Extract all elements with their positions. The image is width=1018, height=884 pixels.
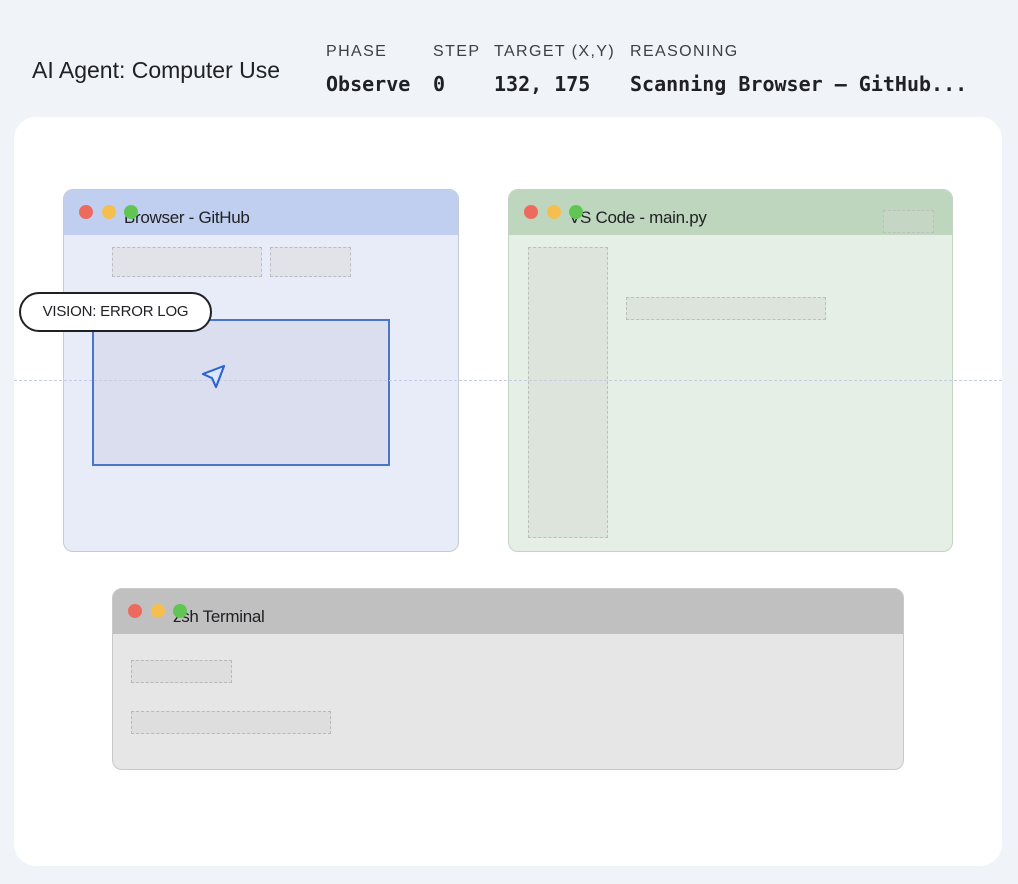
maximize-button[interactable] (569, 205, 583, 219)
reasoning-label: REASONING (630, 43, 739, 60)
close-button[interactable] (524, 205, 538, 219)
vscode-editor-line[interactable] (626, 297, 826, 320)
phase-value: Observe (326, 72, 411, 96)
phase-label: PHASE (326, 43, 388, 60)
step-label: STEP (433, 43, 481, 60)
reasoning-value: Scanning Browser – GitHub... (630, 72, 968, 96)
minimize-button[interactable] (151, 604, 165, 618)
close-button[interactable] (128, 604, 142, 618)
cursor-arrow-icon (201, 364, 226, 389)
target-value: 132, 175 (494, 72, 591, 96)
target-stat: TARGET (X,Y) 132, 175 (494, 43, 615, 95)
reasoning-stat: REASONING Scanning Browser – GitHub... (630, 43, 967, 95)
vscode-window[interactable]: VS Code - main.py (508, 189, 953, 552)
terminal-line-placeholder[interactable] (131, 711, 331, 734)
vscode-title: VS Code - main.py (569, 208, 707, 227)
maximize-button[interactable] (124, 205, 138, 219)
vscode-sidebar[interactable] (528, 247, 608, 538)
phase-stat: PHASE Observe (326, 43, 410, 95)
minimize-button[interactable] (102, 205, 116, 219)
target-label: TARGET (X,Y) (494, 43, 616, 60)
browser-tab-placeholder[interactable] (270, 247, 351, 277)
close-button[interactable] (79, 205, 93, 219)
terminal-line-placeholder[interactable] (131, 660, 232, 683)
browser-title: Browser - GitHub (124, 208, 250, 227)
vision-label: VISION: ERROR LOG (19, 292, 212, 332)
browser-tab-placeholder[interactable] (112, 247, 262, 277)
browser-titlebar[interactable]: Browser - GitHub (64, 190, 458, 235)
step-stat: STEP 0 (433, 43, 480, 95)
focus-region (92, 319, 390, 466)
terminal-titlebar[interactable]: zsh Terminal (113, 589, 903, 634)
page-title: AI Agent: Computer Use (32, 57, 281, 83)
scan-line (14, 380, 1002, 381)
vscode-toolbar-placeholder[interactable] (883, 210, 934, 233)
minimize-button[interactable] (547, 205, 561, 219)
maximize-button[interactable] (173, 604, 187, 618)
terminal-window[interactable]: zsh Terminal (112, 588, 904, 770)
step-value: 0 (433, 72, 446, 96)
